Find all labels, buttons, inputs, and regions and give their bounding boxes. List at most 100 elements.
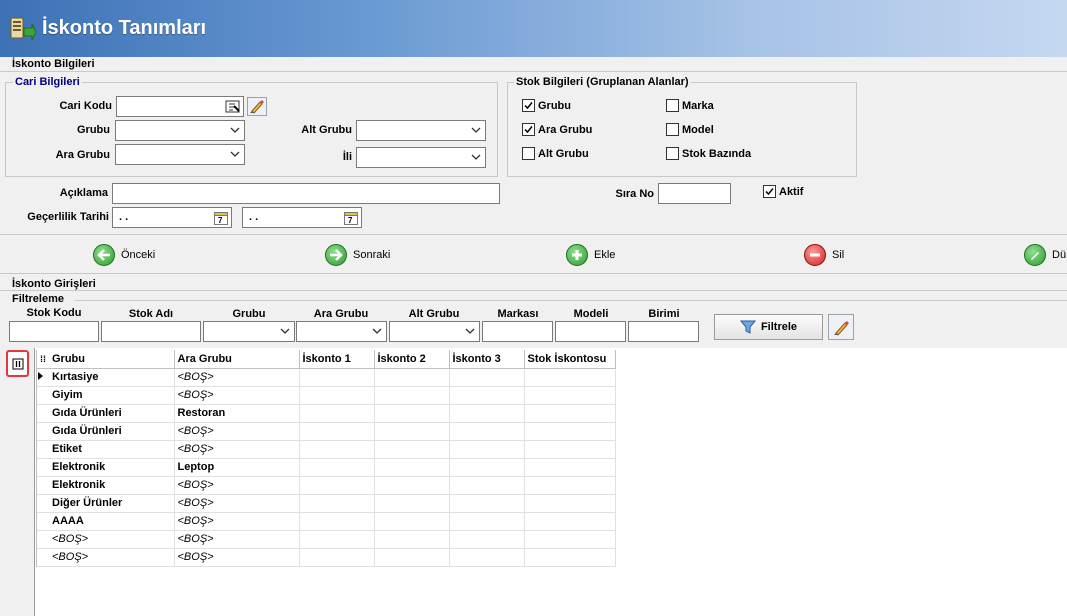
table-row[interactable]: Giyim <BOŞ> (37, 386, 616, 405)
lookup-icon[interactable] (225, 99, 241, 117)
table-cell[interactable] (449, 422, 525, 441)
onceki-button[interactable]: Önceki (93, 244, 155, 266)
column-header-stok-iskontosu[interactable]: Stok İskontosu (524, 350, 616, 369)
table-cell[interactable] (374, 530, 450, 549)
filtrele-button[interactable]: Filtrele (714, 314, 823, 340)
table-cell[interactable] (374, 548, 450, 567)
filter-ara-grubu-combo[interactable] (296, 321, 387, 342)
calendar-icon[interactable]: 7 (344, 210, 358, 228)
table-cell[interactable]: <BOŞ> (174, 494, 300, 513)
table-cell[interactable] (299, 494, 375, 513)
table-row[interactable]: Gıda Ürünleri <BOŞ> (37, 422, 616, 441)
date-start-input[interactable]: . . 7 (112, 207, 232, 228)
table-row[interactable]: Elektronik Leptop (37, 458, 616, 477)
table-cell[interactable] (449, 404, 525, 423)
filter-birimi-input[interactable] (628, 321, 699, 342)
table-cell[interactable] (374, 404, 450, 423)
table-cell[interactable] (449, 548, 525, 567)
table-cell[interactable] (524, 476, 616, 495)
table-cell[interactable] (449, 530, 525, 549)
aktif-checkbox[interactable]: Aktif (763, 185, 803, 198)
table-cell[interactable] (299, 386, 375, 405)
table-cell[interactable] (374, 476, 450, 495)
ekle-button[interactable]: Ekle (566, 244, 615, 266)
table-cell[interactable]: Etiket (49, 440, 175, 459)
table-cell[interactable]: <BOŞ> (174, 368, 300, 387)
table-cell[interactable] (524, 548, 616, 567)
ara-grubu-combo[interactable] (115, 144, 245, 165)
table-row[interactable]: <BOŞ> <BOŞ> (37, 548, 616, 567)
table-cell[interactable] (299, 530, 375, 549)
table-cell[interactable] (524, 404, 616, 423)
column-header-iskonto-1[interactable]: İskonto 1 (299, 350, 375, 369)
table-cell[interactable] (524, 440, 616, 459)
duzenle-button[interactable]: Dü (1024, 244, 1066, 266)
table-cell[interactable]: Elektronik (49, 458, 175, 477)
table-cell[interactable] (299, 512, 375, 531)
table-cell[interactable]: <BOŞ> (49, 548, 175, 567)
table-cell[interactable]: Diğer Ürünler (49, 494, 175, 513)
table-cell[interactable] (449, 476, 525, 495)
table-cell[interactable]: Kırtasiye (49, 368, 175, 387)
filter-stok-adi-input[interactable] (101, 321, 201, 342)
table-cell[interactable] (374, 368, 450, 387)
ara-grubu-checkbox[interactable]: Ara Grubu (522, 123, 592, 136)
table-cell[interactable] (299, 476, 375, 495)
table-cell[interactable] (524, 494, 616, 513)
alt-grubu-combo[interactable] (356, 120, 486, 141)
table-row[interactable]: <BOŞ> <BOŞ> (37, 530, 616, 549)
table-cell[interactable] (449, 458, 525, 477)
filter-grubu-combo[interactable] (203, 321, 295, 342)
table-cell[interactable]: Giyim (49, 386, 175, 405)
filter-alt-grubu-combo[interactable] (389, 321, 480, 342)
table-row[interactable]: Etiket <BOŞ> (37, 440, 616, 459)
table-cell[interactable]: Elektronik (49, 476, 175, 495)
table-cell[interactable]: <BOŞ> (174, 440, 300, 459)
grubu-combo[interactable] (115, 120, 245, 141)
table-cell[interactable] (449, 386, 525, 405)
table-cell[interactable] (299, 440, 375, 459)
table-cell[interactable] (299, 404, 375, 423)
filter-stok-kodu-input[interactable] (9, 321, 99, 342)
table-cell[interactable]: Gıda Ürünleri (49, 404, 175, 423)
table-cell[interactable] (449, 440, 525, 459)
table-cell[interactable] (524, 458, 616, 477)
table-row[interactable]: Diğer Ürünler <BOŞ> (37, 494, 616, 513)
aciklama-input[interactable] (112, 183, 500, 204)
drag-handle-icon[interactable]: ⁞⁞ (37, 350, 49, 369)
table-cell[interactable] (299, 548, 375, 567)
table-row[interactable]: AAAA <BOŞ> (37, 512, 616, 531)
edit-pencil-icon[interactable] (247, 97, 267, 119)
table-cell[interactable] (374, 386, 450, 405)
column-chooser-button[interactable] (6, 350, 29, 377)
table-cell[interactable] (374, 422, 450, 441)
table-cell[interactable] (449, 512, 525, 531)
table-row[interactable]: Gıda Ürünleri Restoran (37, 404, 616, 423)
column-header-grubu[interactable]: Grubu (49, 350, 175, 369)
sil-button[interactable]: Sil (804, 244, 844, 266)
sira-no-input[interactable] (658, 183, 731, 204)
column-header-iskonto-3[interactable]: İskonto 3 (449, 350, 525, 369)
table-cell[interactable] (374, 512, 450, 531)
alt-grubu-checkbox[interactable]: Alt Grubu (522, 147, 589, 160)
filter-modeli-input[interactable] (555, 321, 626, 342)
table-row[interactable]: Kırtasiye <BOŞ> (37, 368, 616, 387)
table-cell[interactable] (449, 368, 525, 387)
table-cell[interactable] (449, 494, 525, 513)
filter-markasi-input[interactable] (482, 321, 553, 342)
stok-bazinda-checkbox[interactable]: Stok Bazında (666, 147, 751, 160)
model-checkbox[interactable]: Model (666, 123, 714, 136)
date-end-input[interactable]: . . 7 (242, 207, 362, 228)
table-cell[interactable] (374, 458, 450, 477)
column-header-ara-grubu[interactable]: Ara Grubu (174, 350, 300, 369)
table-row[interactable]: Elektronik <BOŞ> (37, 476, 616, 495)
filter-edit-pencil-icon[interactable] (828, 314, 854, 343)
table-cell[interactable]: <BOŞ> (174, 386, 300, 405)
table-cell[interactable]: <BOŞ> (49, 530, 175, 549)
table-cell[interactable]: Gıda Ürünleri (49, 422, 175, 441)
marka-checkbox[interactable]: Marka (666, 99, 714, 112)
ili-combo[interactable] (356, 147, 486, 168)
calendar-icon[interactable]: 7 (214, 210, 228, 228)
table-cell[interactable]: <BOŞ> (174, 512, 300, 531)
table-cell[interactable] (524, 368, 616, 387)
